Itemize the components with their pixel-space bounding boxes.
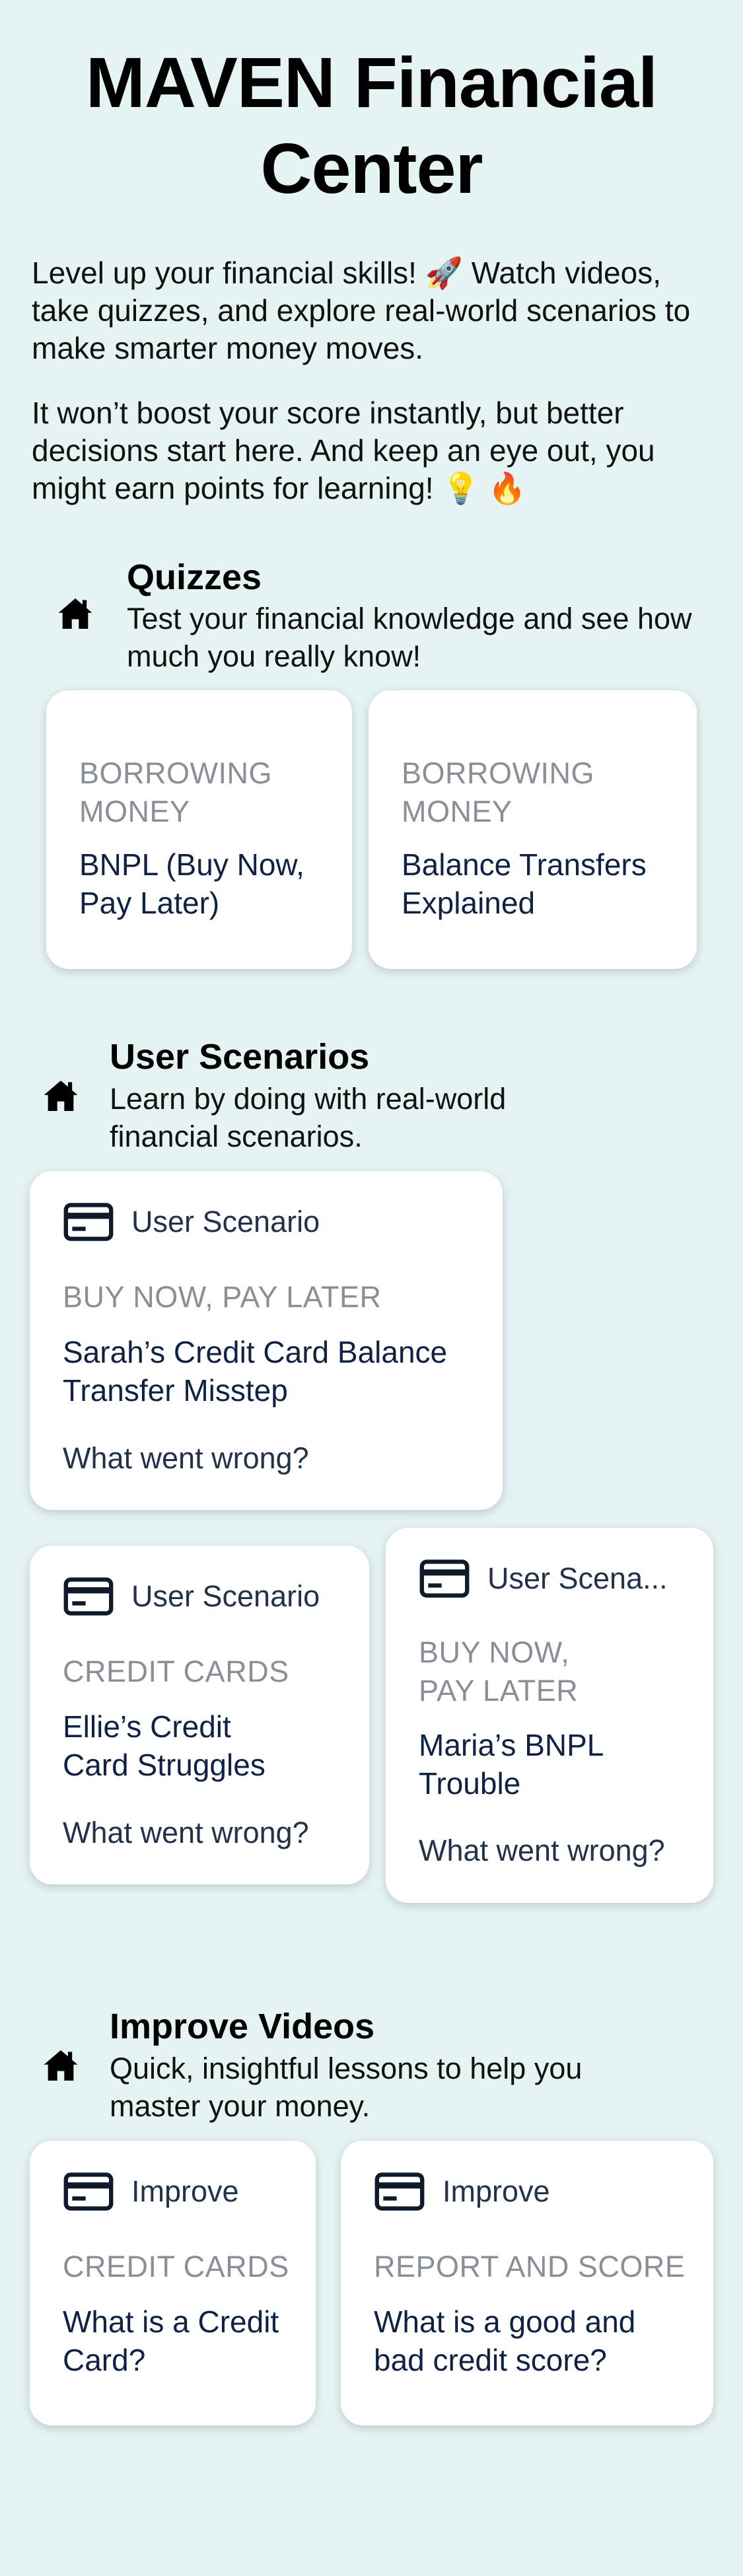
credit-card-icon bbox=[374, 2172, 425, 2211]
home-icon bbox=[44, 2050, 78, 2081]
quiz-card-category: BORROWING MONEY bbox=[402, 756, 594, 828]
card-header: User Scenario bbox=[63, 1577, 320, 1616]
quiz-card-category: BORROWING MONEY bbox=[79, 756, 272, 828]
quiz-card-balance-transfers[interactable]: BORROWING MONEY Balance Transfers Explai… bbox=[369, 690, 697, 969]
scenario-card-title: Sarah’s Credit Card Balance Transfer Mis… bbox=[63, 1335, 448, 1408]
card-header: Improve bbox=[374, 2172, 550, 2211]
card-type-label: User Scenario bbox=[131, 1205, 320, 1238]
credit-card-icon bbox=[63, 1203, 114, 1241]
scenario-card-ellie[interactable]: User Scenario CREDIT CARDS Ellie’s Credi… bbox=[30, 1546, 369, 1884]
card-type-label: User Scena... bbox=[487, 1561, 668, 1595]
what-went-wrong-link[interactable]: What went wrong? bbox=[63, 1439, 309, 1478]
credit-card-icon bbox=[419, 1559, 470, 1598]
card-header: Improve bbox=[63, 2172, 239, 2211]
scenario-card-category: BUY NOW, PAY LATER bbox=[63, 1280, 382, 1314]
quiz-card-title: Balance Transfers Explained bbox=[402, 847, 647, 920]
scenario-card-sarah[interactable]: User Scenario BUY NOW, PAY LATER Sarah’s… bbox=[30, 1171, 503, 1510]
card-type-label: Improve bbox=[131, 2174, 239, 2208]
intro-paragraph-2: It won’t boost your score instantly, but… bbox=[32, 396, 655, 505]
credit-card-icon bbox=[63, 2172, 114, 2211]
videos-title: Improve Videos bbox=[110, 2007, 375, 2046]
video-card-credit-score[interactable]: Improve REPORT AND SCORE What is a good … bbox=[341, 2141, 713, 2425]
videos-subtitle: Quick, insightful lessons to help you ma… bbox=[110, 2052, 583, 2123]
card-header: User Scena... bbox=[419, 1559, 668, 1598]
video-card-category: REPORT AND SCORE bbox=[374, 2250, 686, 2283]
video-card-title: What is a Credit Card? bbox=[63, 2305, 279, 2377]
home-icon bbox=[44, 1081, 78, 1111]
scenario-card-title: Ellie’s Credit Card Struggles bbox=[63, 1709, 265, 1782]
scenarios-title: User Scenarios bbox=[110, 1037, 370, 1077]
page: MAVEN Financial Center Level up your fin… bbox=[0, 0, 743, 2576]
page-title: MAVEN Financial Center bbox=[85, 42, 658, 208]
scenarios-subtitle: Learn by doing with real-world financial… bbox=[110, 1082, 507, 1153]
scenario-card-category: BUY NOW, PAY LATER bbox=[419, 1635, 579, 1707]
quizzes-title: Quizzes bbox=[127, 557, 262, 597]
what-went-wrong-link[interactable]: What went wrong? bbox=[419, 1832, 665, 1870]
video-card-credit-card[interactable]: Improve CREDIT CARDS What is a Credit Ca… bbox=[30, 2141, 316, 2425]
card-header: User Scenario bbox=[63, 1203, 320, 1241]
video-card-category: CREDIT CARDS bbox=[63, 2250, 289, 2283]
card-type-label: Improve bbox=[442, 2174, 550, 2208]
card-type-label: User Scenario bbox=[131, 1579, 320, 1613]
intro-paragraph-1: Level up your financial skills! 🚀 Watch … bbox=[32, 256, 691, 365]
quiz-card-bnpl[interactable]: BORROWING MONEY BNPL (Buy Now, Pay Later… bbox=[46, 690, 352, 969]
scenario-card-category: CREDIT CARDS bbox=[63, 1655, 289, 1688]
scenario-card-title: Maria’s BNPL Trouble bbox=[419, 1728, 603, 1801]
home-icon bbox=[58, 598, 92, 629]
quizzes-subtitle: Test your financial knowledge and see ho… bbox=[127, 602, 692, 673]
scenario-card-maria[interactable]: User Scena... BUY NOW, PAY LATER Maria’s… bbox=[386, 1528, 713, 1903]
what-went-wrong-link[interactable]: What went wrong? bbox=[63, 1814, 309, 1852]
quiz-card-title: BNPL (Buy Now, Pay Later) bbox=[79, 847, 304, 920]
video-card-title: What is a good and bad credit score? bbox=[374, 2305, 636, 2377]
credit-card-icon bbox=[63, 1577, 114, 1616]
